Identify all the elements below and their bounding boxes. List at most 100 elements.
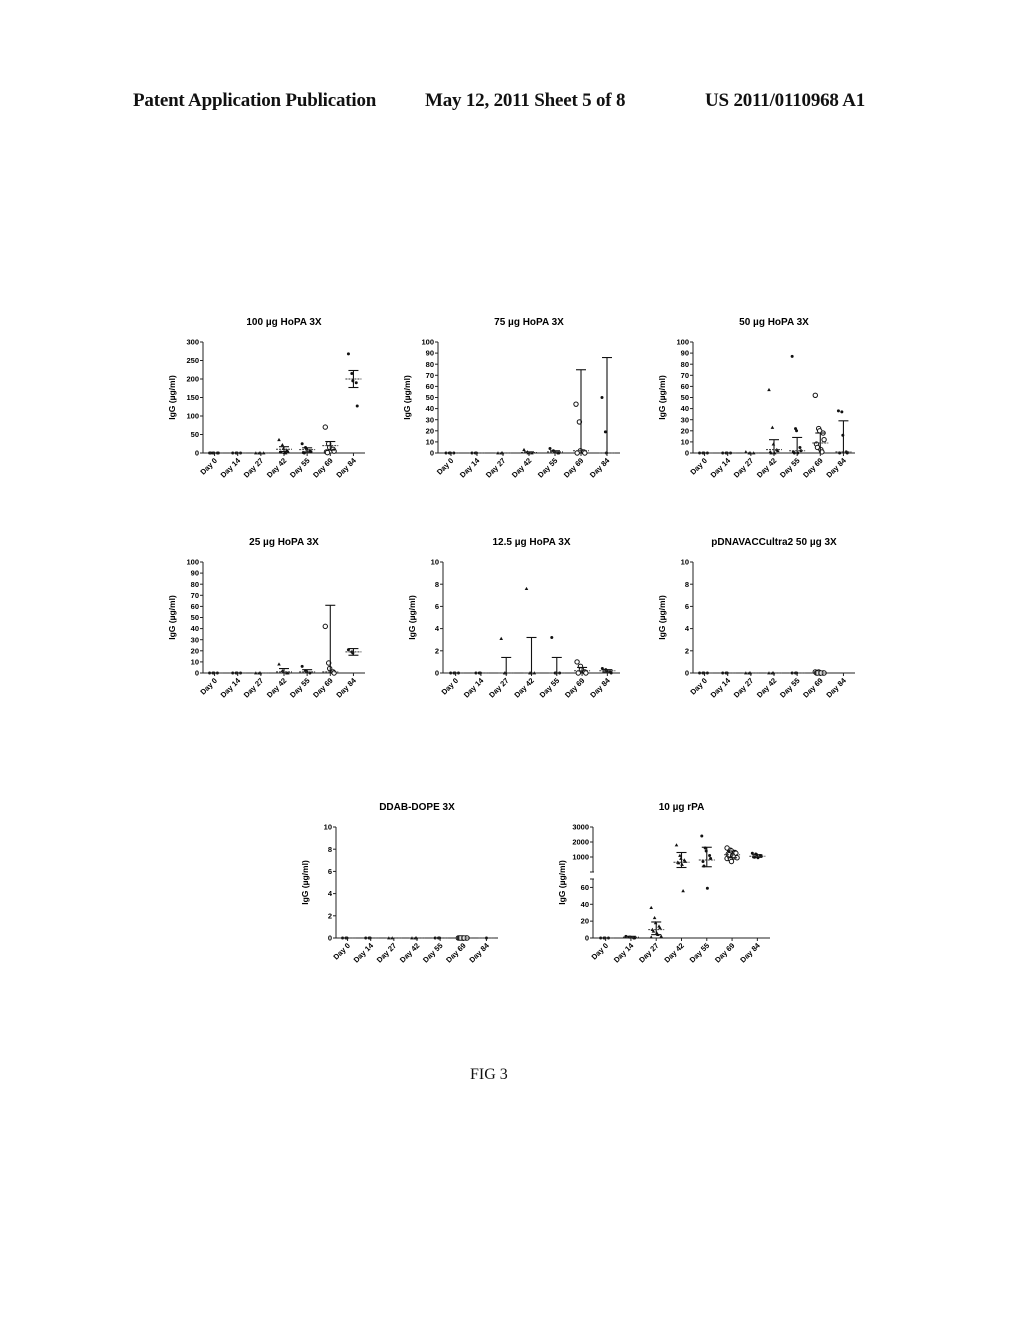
x-tick-label: Day 84 — [738, 940, 762, 964]
data-group — [789, 354, 806, 455]
chart-ddab-dope: DDAB-DOPE 3X IgG (µg/ml) 0 2 4 6 8 10 Day 0 Day 1… — [298, 795, 508, 985]
y-tick-label: 2 — [685, 646, 689, 655]
data-point — [575, 670, 581, 676]
data-point — [649, 935, 654, 939]
data-group — [252, 671, 269, 675]
y-tick-label: 100 — [186, 412, 199, 421]
data-group — [766, 671, 782, 675]
x-tick-label: Day 42 — [265, 676, 288, 699]
y-tick-label: 20 — [681, 426, 689, 435]
x-tick-label: Day 84 — [588, 675, 612, 699]
y-tick-label: 40 — [426, 404, 434, 413]
data-point — [728, 858, 735, 865]
data-group — [362, 936, 379, 940]
y-tick-label: 50 — [426, 393, 434, 402]
x-tick-label: Day 55 — [778, 456, 801, 479]
y-tick-label: 2 — [435, 646, 439, 655]
x-tick-label: Day 55 — [288, 456, 311, 479]
y-tick-label: 100 — [186, 558, 199, 567]
x-tick-label: Day 14 — [709, 455, 733, 479]
x-tick-label: Day 27 — [732, 456, 755, 479]
y-tick-label: 8 — [685, 580, 689, 589]
data-point — [708, 854, 712, 857]
data-group — [495, 451, 511, 455]
data-group — [322, 604, 339, 676]
x-tick-label: Day 14 — [462, 675, 486, 699]
y-axis-label: IgG (µg/ml) — [407, 595, 417, 640]
x-tick-label: Day 55 — [778, 676, 801, 699]
data-group — [673, 843, 690, 893]
data-group — [766, 387, 782, 455]
y-tick-label: 4 — [685, 624, 690, 633]
data-point — [548, 447, 552, 451]
x-tick-label: Day 69 — [311, 676, 334, 699]
chart-svg: 10 µg rPA IgG (µg/ml) 1000 2000 3000 0 20 40 60 D… — [557, 802, 770, 965]
y-tick-label: 50 — [681, 393, 689, 402]
y-tick-label: 80 — [426, 360, 434, 369]
data-point — [767, 387, 771, 392]
y-tick-label: 30 — [426, 415, 434, 424]
y-tick-label: 20 — [191, 646, 199, 655]
y-tick-label: 40 — [191, 624, 199, 633]
x-tick-label: Day 27 — [242, 456, 265, 479]
data-group — [597, 936, 614, 940]
chart-svg: DDAB-DOPE 3X IgG (µg/ml) 0 2 4 6 8 10 Day 0 Day 1… — [300, 802, 498, 965]
y-tick-label: 0 — [430, 449, 434, 458]
data-group — [276, 437, 292, 455]
x-tick-label: Day 0 — [688, 676, 709, 697]
y-tick-label: 6 — [685, 602, 689, 611]
y-tick-label: 100 — [421, 338, 434, 347]
data-group — [409, 936, 425, 940]
x-tick-label: Day 84 — [824, 455, 848, 479]
x-tick-label: Day 14 — [352, 940, 376, 964]
chart-75ug-hopa: 75 µg HoPA 3X IgG (µg/ml) 0 10 20 30 40 50 60 70 8… — [400, 310, 630, 500]
data-group — [339, 936, 356, 940]
x-tick-label: Day 0 — [198, 456, 219, 477]
data-group — [523, 586, 540, 675]
chart-svg: 100 µg HoPA 3X IgG (µg/ml) 0 50 100 150 200 250… — [167, 317, 365, 480]
data-point — [300, 442, 304, 446]
x-tick-label: Day 42 — [755, 676, 778, 699]
x-tick-label: Day 27 — [732, 676, 755, 699]
data-group — [455, 935, 472, 941]
data-group — [498, 636, 515, 675]
data-point — [792, 451, 796, 455]
x-tick-label: Day 14 — [458, 455, 482, 479]
data-group — [742, 450, 759, 455]
data-point — [770, 425, 775, 429]
data-group — [749, 851, 766, 860]
data-group — [835, 409, 852, 455]
data-group — [742, 671, 759, 675]
y-axis-label: IgG (µg/ml) — [402, 375, 412, 420]
y-tick-label: 10 — [191, 658, 199, 667]
x-tick-label: Day 55 — [421, 941, 444, 964]
chart-title: 25 µg HoPA 3X — [249, 537, 319, 548]
data-point — [812, 392, 818, 398]
y-tick-label: 40 — [681, 404, 689, 413]
data-point — [322, 623, 328, 630]
data-group — [599, 356, 615, 455]
y-tick-label: 90 — [191, 569, 199, 578]
x-tick-label: Day 27 — [484, 456, 507, 479]
data-point — [355, 404, 359, 408]
y-tick-label: 70 — [191, 591, 199, 600]
x-tick-label: Day 55 — [288, 676, 311, 699]
y-tick-label: 0 — [195, 669, 199, 678]
data-point — [524, 586, 529, 591]
data-point — [771, 442, 776, 446]
chart-svg: 12.5 µg HoPA 3XIgG (µg/ml)0246810Day 0 Da… — [407, 537, 620, 700]
data-group — [345, 352, 362, 408]
data-point — [280, 443, 285, 447]
y-tick-label: 250 — [186, 356, 199, 365]
x-tick-label: Day 14 — [219, 675, 243, 699]
data-group — [229, 451, 246, 455]
y-tick-label: 0 — [585, 934, 589, 943]
y-tick-label: 40 — [581, 900, 589, 909]
x-tick-label: Day 27 — [487, 676, 510, 699]
data-point — [550, 635, 554, 639]
data-point — [674, 843, 679, 847]
data-point — [574, 450, 580, 456]
y-tick-label: 0 — [435, 669, 439, 678]
data-point — [652, 915, 657, 920]
y-tick-label: 10 — [681, 558, 689, 567]
